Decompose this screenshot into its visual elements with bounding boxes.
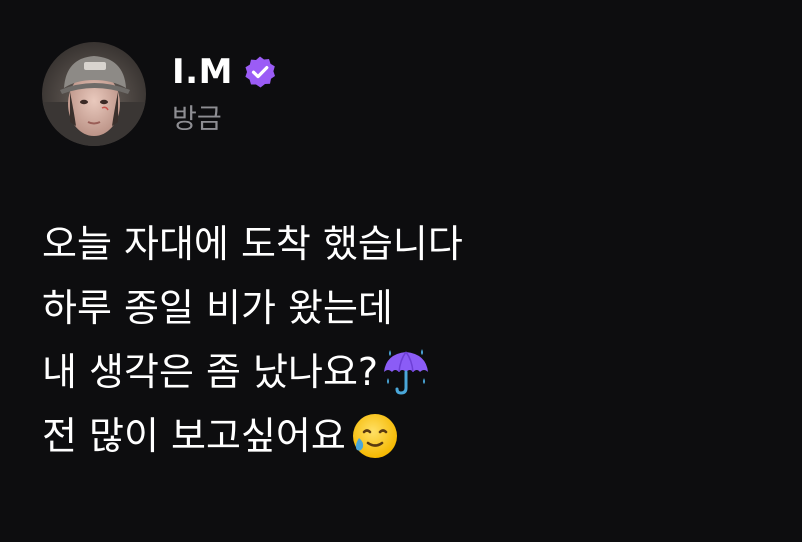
umbrella-with-rain-icon [384,349,429,395]
post-body: 오늘 자대에 도착 했습니다 하루 종일 비가 왔는데 내 생각은 좀 났나요?… [42,212,463,468]
post-line: 전 많이 보고싶어요 [42,404,463,468]
post-line-text: 하루 종일 비가 왔는데 [42,286,393,330]
smiling-face-with-tear-icon [352,414,397,458]
avatar-photo [42,42,146,146]
post-line: 하루 종일 비가 왔는데 [42,276,463,340]
post-header: I.M 방금 [42,42,277,146]
post-meta: I.M 방금 [172,42,277,136]
post-line-text: 오늘 자대에 도착 했습니다 [42,222,463,266]
author-name[interactable]: I.M [172,52,233,92]
post-card: I.M 방금 오늘 자대에 도착 했습니다 하루 종일 비가 왔는데 내 생각은… [0,0,802,542]
post-line: 내 생각은 좀 났나요? [42,340,463,404]
verified-badge-icon [245,56,275,88]
post-line: 오늘 자대에 도착 했습니다 [42,212,463,276]
avatar[interactable] [42,42,146,146]
post-line-text: 전 많이 보고싶어요 [42,414,346,458]
timestamp: 방금 [172,104,222,135]
author-row: I.M [172,52,277,92]
post-line-text: 내 생각은 좀 났나요? [42,350,379,394]
